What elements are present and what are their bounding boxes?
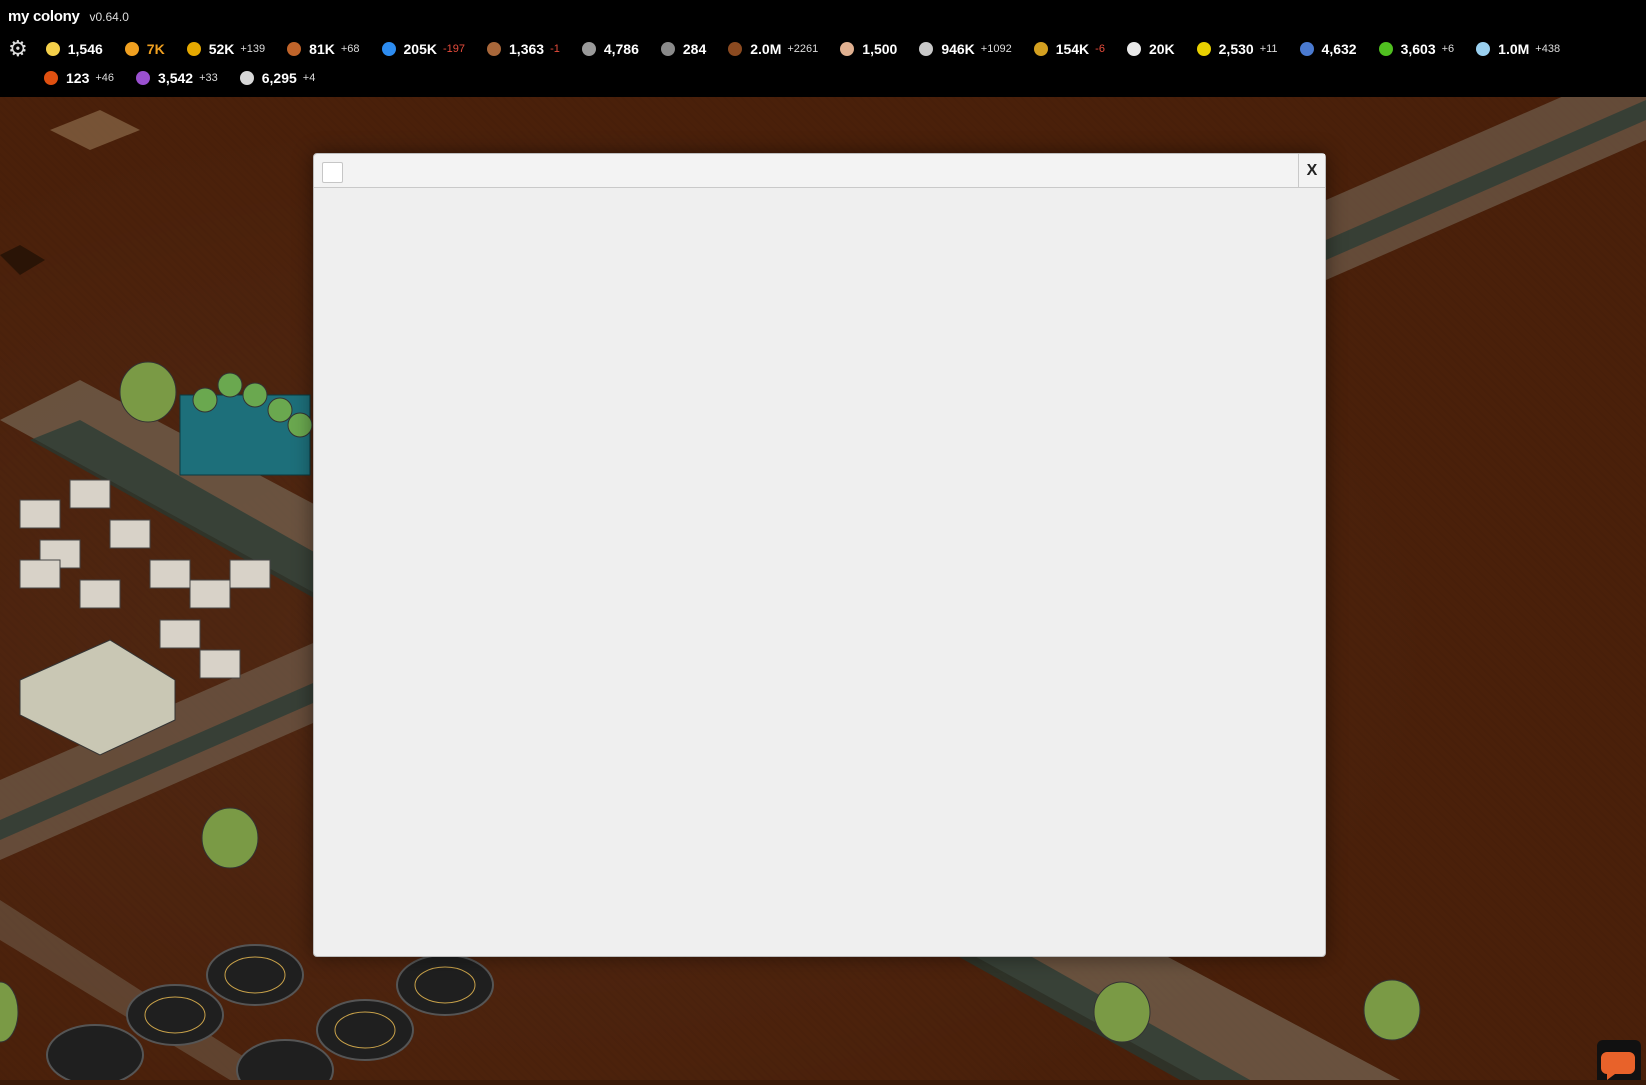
algae-icon	[1378, 42, 1393, 56]
resource-value: 7K	[146, 41, 165, 57]
food-icon	[840, 42, 855, 56]
resource-value: 1,363	[509, 41, 545, 57]
resource-value: 1,500	[862, 41, 898, 57]
modal-dialog: X	[313, 153, 1326, 957]
oxygen-icon	[1476, 42, 1491, 56]
chat-bubble-icon	[1601, 1052, 1635, 1080]
resource-item[interactable]: 154K -6	[1033, 41, 1105, 57]
resource-value: 154K	[1055, 41, 1090, 57]
modal-body	[314, 188, 1325, 956]
resource-item[interactable]: 1,546	[45, 41, 103, 57]
resource-value: 284	[682, 41, 707, 57]
resource-item[interactable]: 52K +139	[186, 41, 266, 57]
resource-value: 1,546	[67, 41, 103, 57]
resource-delta: +4	[302, 72, 316, 84]
resource-item[interactable]: 946K +1092	[919, 41, 1012, 57]
resource-bar: my colony v0.64.0 ⚙ 1,546 7K 52K +139 81K +68…	[0, 0, 1646, 97]
resource-item[interactable]: 205K -197	[381, 41, 466, 57]
title-row: my colony v0.64.0	[8, 8, 129, 25]
resource-item[interactable]: 123 +46	[44, 70, 114, 86]
brick-icon	[660, 42, 675, 56]
resource-delta: +68	[340, 43, 360, 55]
resource-item[interactable]: 284	[660, 41, 707, 57]
resource-delta: +33	[199, 72, 218, 84]
resource-value: 3,603	[1400, 41, 1436, 57]
potion-icon	[136, 71, 151, 85]
water-icon	[381, 42, 396, 56]
resource-delta: -6	[1095, 43, 1105, 55]
resource-delta: +46	[95, 72, 115, 84]
resource-delta: +2261	[787, 43, 819, 55]
resource-item[interactable]: 2.0M +2261	[728, 41, 818, 57]
gear-resource-icon	[581, 42, 596, 56]
resource-row-2: 123 +46 3,542 +33 6,295 +4	[44, 70, 337, 86]
resource-delta: +6	[1441, 43, 1455, 55]
resource-item[interactable]: 20K	[1126, 41, 1175, 57]
resource-delta: +11	[1259, 43, 1278, 55]
resource-item[interactable]: 2,530 +11	[1196, 41, 1278, 57]
resource-value: 2,530	[1218, 41, 1254, 57]
resource-delta: -1	[550, 43, 560, 55]
bottle-icon	[487, 42, 502, 56]
resource-item[interactable]: 3,603 +6	[1378, 41, 1455, 57]
uranium-icon	[1196, 42, 1211, 56]
money-icon	[186, 42, 201, 56]
civics-icon	[239, 71, 254, 85]
ore-icon	[287, 42, 302, 56]
gold-icon	[1033, 42, 1048, 56]
resource-item[interactable]: 3,542 +33	[136, 70, 218, 86]
resource-item[interactable]: 1,363 -1	[487, 41, 560, 57]
resource-item[interactable]: 1,500	[840, 41, 897, 57]
resource-value: 81K	[309, 41, 335, 57]
regolith-icon	[728, 42, 743, 56]
resource-item[interactable]: 1.0M +438	[1476, 41, 1560, 57]
resource-item[interactable]: 4,632	[1299, 41, 1357, 57]
resource-value: 946K	[941, 41, 975, 57]
resource-value: 4,632	[1321, 41, 1357, 57]
resource-list-2: 123 +46 3,542 +33 6,295 +4	[44, 70, 337, 86]
resource-value: 6,295	[261, 70, 297, 86]
energy-icon	[124, 42, 139, 56]
resource-list-1: 1,546 7K 52K +139 81K +68 205K -197 1,363 -1 4,786…	[45, 41, 1582, 57]
resource-delta: +1092	[980, 43, 1012, 55]
chat-button[interactable]	[1597, 1040, 1641, 1080]
resource-row-1: ⚙ 1,546 7K 52K +139 81K +68 205K -197 1,363 -1 4,7…	[8, 38, 1582, 60]
settings-gear-icon[interactable]: ⚙	[8, 38, 28, 60]
colonist-icon	[45, 42, 60, 56]
microchip-icon	[1126, 42, 1141, 56]
modal-checkbox[interactable]	[322, 162, 343, 183]
modal-header: X	[314, 154, 1325, 188]
resource-item[interactable]: 7K	[124, 41, 165, 57]
resource-value: 205K	[403, 41, 437, 57]
resource-value: 4,786	[603, 41, 639, 57]
app-version: v0.64.0	[89, 10, 129, 24]
resource-item[interactable]: 81K +68	[287, 41, 360, 57]
resource-value: 2.0M	[750, 41, 782, 57]
resource-delta: +139	[240, 43, 266, 55]
modal-close-button[interactable]: X	[1298, 154, 1325, 187]
resource-item[interactable]: 6,295 +4	[239, 70, 316, 86]
resource-delta: -197	[442, 43, 466, 55]
resource-item[interactable]: 4,786	[581, 41, 639, 57]
resource-value: 123	[66, 70, 90, 86]
aluminum-icon	[919, 42, 934, 56]
resource-value: 52K	[208, 41, 235, 57]
resource-value: 3,542	[158, 70, 194, 86]
fire-icon	[44, 71, 58, 85]
resource-value: 1.0M	[1498, 41, 1530, 57]
resource-value: 20K	[1148, 41, 1175, 57]
clothing-icon	[1299, 42, 1314, 56]
app-title: my colony	[8, 8, 80, 25]
resource-delta: +438	[1535, 43, 1561, 55]
